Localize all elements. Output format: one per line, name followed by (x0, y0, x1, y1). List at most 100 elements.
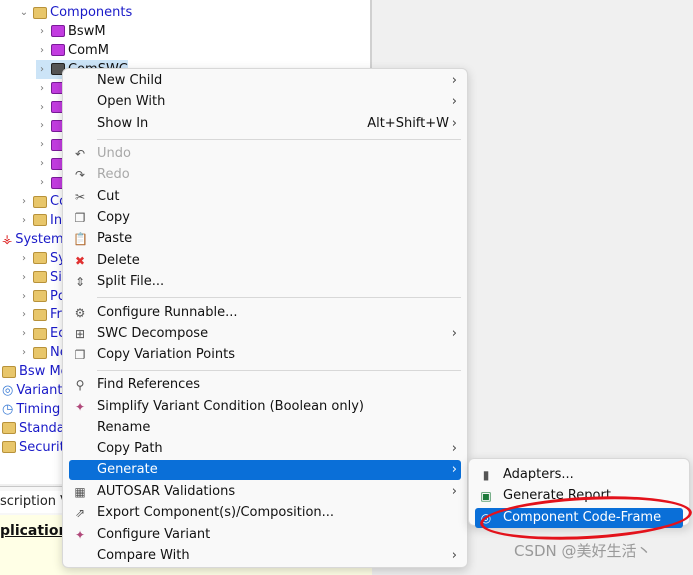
variant-icon: ◎ (2, 383, 14, 398)
folder-icon (33, 195, 47, 208)
tree-item[interactable]: ◷ Timing (2, 400, 60, 419)
tree-item[interactable]: ⌄ Components (18, 3, 132, 22)
menu-item-open-with[interactable]: Open With › (69, 92, 461, 112)
tree-item-label: Securit (19, 439, 65, 455)
chevron-right-icon[interactable]: › (36, 98, 48, 117)
chevron-right-icon[interactable]: › (36, 154, 48, 173)
decompose-icon: ⊞ (74, 327, 86, 341)
menu-item-undo[interactable]: ↶ Undo (69, 144, 461, 164)
validation-icon: ▦ (74, 485, 86, 499)
menu-separator (97, 139, 461, 140)
chevron-right-icon[interactable]: › (36, 41, 48, 60)
tree-item[interactable]: Standa (2, 419, 65, 438)
menu-item-label: Export Component(s)/Composition... (97, 505, 335, 520)
find-references-icon: ⚲ (75, 378, 85, 392)
tree-item[interactable]: › ComM (36, 41, 109, 60)
system-icon: ⚶ (2, 231, 13, 246)
component-icon (51, 44, 65, 57)
chevron-down-icon[interactable]: ⌄ (18, 3, 30, 22)
shortcut-label: Alt+Shift+W (367, 116, 449, 131)
menu-item-configure-variant[interactable]: ✦ Configure Variant (69, 525, 461, 545)
chevron-right-icon[interactable]: › (36, 135, 48, 154)
folder-icon (33, 308, 47, 321)
tree-item-label: System (15, 231, 64, 247)
menu-item-label: Copy (97, 210, 130, 225)
menu-item-copy-path[interactable]: Copy Path › (69, 439, 461, 459)
menu-item-label: Split File... (97, 274, 165, 289)
folder-icon (33, 214, 47, 227)
chevron-right-icon[interactable]: › (18, 192, 30, 211)
copy-icon: ❐ (74, 211, 86, 225)
tree-item-label: Variant (16, 383, 63, 398)
menu-item-copy[interactable]: ❐ Copy (69, 208, 461, 228)
submenu-arrow-icon: › (451, 73, 457, 88)
menu-item-label: Cut (97, 189, 120, 204)
menu-item-split-file[interactable]: ⇕ Split File... (69, 272, 461, 292)
chevron-right-icon[interactable]: › (18, 249, 30, 268)
folder-icon (33, 327, 47, 340)
submenu-arrow-icon: › (451, 484, 457, 499)
menu-item-label: Delete (97, 253, 140, 268)
menu-item-configure-runnable[interactable]: ⚙ Configure Runnable... (69, 303, 461, 323)
excel-icon: ▣ (480, 489, 492, 503)
menu-item-label: Copy Path (97, 441, 163, 456)
menu-item-simplify-variant-condition-boolean-only[interactable]: ✦ Simplify Variant Condition (Boolean onl… (69, 397, 461, 417)
submenu-arrow-icon: › (451, 116, 457, 131)
menu-item-label: Rename (97, 420, 151, 435)
tree-item[interactable]: ⚶ System (2, 230, 64, 249)
tree-item-label: BswM (68, 23, 106, 39)
adapters-icon: ▮ (482, 468, 490, 482)
menu-item-label: Configure Variant (97, 527, 211, 542)
menu-item-label: Simplify Variant Condition (Boolean only… (97, 399, 365, 414)
menu-item-paste[interactable]: 📋 Paste (69, 229, 461, 249)
chevron-right-icon[interactable]: › (18, 324, 30, 343)
tree-item[interactable]: Securit (2, 438, 65, 457)
chevron-right-icon[interactable]: › (18, 343, 30, 362)
menu-item-label: Paste (97, 231, 133, 246)
chevron-right-icon[interactable]: › (18, 287, 30, 306)
submenu-arrow-icon: › (451, 94, 457, 109)
menu-separator (97, 297, 461, 298)
menu-item-label: AUTOSAR Validations (97, 484, 236, 499)
chevron-right-icon[interactable]: › (36, 173, 48, 192)
menu-item-copy-variation-points[interactable]: ❐ Copy Variation Points (69, 345, 461, 365)
chevron-right-icon[interactable]: › (36, 60, 48, 79)
chevron-right-icon[interactable]: › (36, 79, 48, 98)
menu-item-generate[interactable]: Generate › (69, 460, 461, 480)
timing-icon: ◷ (2, 401, 14, 417)
submenu-arrow-icon: › (451, 548, 457, 563)
chevron-right-icon[interactable]: › (18, 268, 30, 287)
menu-item-show-in[interactable]: Show In Alt+Shift+W › (69, 114, 461, 134)
menu-item-new-child[interactable]: New Child › (69, 71, 461, 91)
tree-item-label: ComM (68, 42, 109, 58)
scissors-icon: ✂ (74, 190, 86, 204)
folder-icon (33, 271, 47, 284)
chevron-right-icon[interactable]: › (36, 116, 48, 135)
chevron-right-icon[interactable]: › (18, 211, 30, 230)
tree-item[interactable]: Bsw Mo (2, 362, 69, 381)
submenu-arrow-icon: › (451, 462, 457, 477)
delete-icon: ✖ (74, 254, 86, 268)
menu-item-swc-decompose[interactable]: ⊞ SWC Decompose › (69, 324, 461, 344)
submenu-arrow-icon: › (451, 326, 457, 341)
menu-item-delete[interactable]: ✖ Delete (69, 251, 461, 271)
chevron-right-icon[interactable]: › (36, 22, 48, 41)
chevron-right-icon[interactable]: › (18, 305, 30, 324)
tree-item[interactable]: › BswM (36, 22, 106, 41)
menu-item-adapters[interactable]: ▮ Adapters... (475, 465, 683, 485)
export-icon: ⇗ (74, 506, 86, 520)
menu-item-export-component-s-composition[interactable]: ⇗ Export Component(s)/Composition... (69, 503, 461, 523)
menu-item-cut[interactable]: ✂ Cut (69, 187, 461, 207)
tree-item-label: Standa (19, 420, 65, 436)
menu-item-find-references[interactable]: ⚲ Find References (69, 375, 461, 395)
menu-item-rename[interactable]: Rename (69, 418, 461, 438)
menu-separator (97, 370, 461, 371)
component-icon (51, 25, 65, 38)
watermark: CSDN @美好生活丶 (514, 542, 652, 560)
tree-item[interactable]: ◎ Variant (2, 381, 62, 400)
menu-item-autosar-validations[interactable]: ▦ AUTOSAR Validations › (69, 482, 461, 502)
menu-item-compare-with[interactable]: Compare With › (69, 546, 461, 566)
submenu-arrow-icon: › (451, 441, 457, 456)
menu-item-redo[interactable]: ↷ Redo (69, 165, 461, 185)
menu-item-label: Find References (97, 377, 201, 392)
